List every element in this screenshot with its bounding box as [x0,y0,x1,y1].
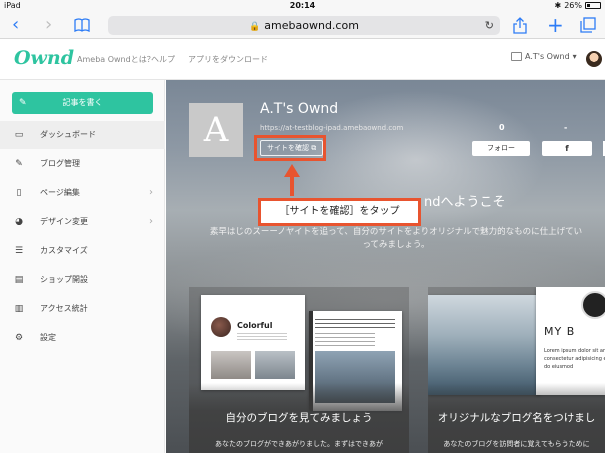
sliders-icon: ☰ [14,246,24,256]
header-link-app[interactable]: アプリをダウンロード [188,54,268,65]
sidebar-item-design[interactable]: ◕ デザイン変更 › [0,208,165,236]
sidebar-item-label: ショップ開設 [40,275,88,284]
welcome-text: 素早はじのスーーノヤイトを追って、自分のサイトをよりオリジナルで魅力的なものに仕… [209,227,583,250]
mock-text-lines [237,333,287,341]
mock-heading [315,319,395,329]
highlight-frame [254,135,326,161]
browser-toolbar: ‹ › 🔒 amebaownd.com ↻ + [0,12,605,39]
sidebar-item-label: ブログ管理 [40,159,80,168]
sidebar-item-blog[interactable]: ✎ ブログ管理 [0,150,165,178]
follower-count: 0 [499,123,505,132]
mock-photo [255,351,295,379]
mock-lorem-text: Lorem ipsum dolor sit amet, consectetur … [544,348,605,370]
blog-mockup: Colorful [201,295,305,390]
new-tab-icon[interactable]: + [547,15,564,35]
dashboard-hero: A A.T's Ownd https://at-testblog-ipad.am… [166,80,605,453]
write-article-label: 記事を書く [62,98,103,107]
arrow-stem [290,176,294,196]
card-subtitle: あなたのブログができあがりました。まずはできあが [215,440,383,448]
dashboard-icon: ▭ [14,130,24,140]
bookmarks-icon[interactable] [74,18,90,36]
page-icon: ▯ [16,188,22,198]
site-avatar: A [189,103,243,157]
battery-icon [585,2,601,9]
card-title: オリジナルなブログ名をつけまし [437,412,596,424]
ownd-logo[interactable]: Ownd [14,47,74,69]
shop-icon: ▤ [14,275,24,285]
mock-photo [211,351,251,379]
chevron-down-icon: ▾ [572,52,577,61]
chevron-right-icon: › [149,216,153,227]
url-text: amebaownd.com [264,19,359,32]
write-article-button[interactable]: ✎ 記事を書く [12,92,153,114]
mock-big-text: MY B [544,325,576,338]
facebook-button[interactable]: f [542,141,592,156]
stats-icon: ▥ [14,304,24,314]
sidebar-item-dashboard[interactable]: ▭ ダッシュボード [0,121,165,149]
site-title: A.T's Ownd [260,101,339,117]
mock-image [211,317,231,337]
clock: 20:14 [289,1,316,10]
site-switcher-label: A.T's Ownd [525,52,570,61]
sidebar-item-stats[interactable]: ▥ アクセス統計 [0,295,165,323]
sidebar-item-label: カスタマイズ [40,246,88,255]
lock-icon: 🔒 [249,22,261,32]
app-header: Ownd Ameba Owndとは？ ヘルプ アプリをダウンロード A.T's … [0,39,605,80]
pencil-icon: ✎ [19,98,27,108]
share-icon[interactable] [513,17,527,38]
card-view-blog[interactable]: Colorful 自分のブログを見てみましょう あなたのブログができあがりました… [189,287,409,453]
forward-icon[interactable]: › [45,16,52,34]
reload-icon[interactable]: ↻ [485,16,494,35]
address-bar[interactable]: 🔒 amebaownd.com ↻ [108,16,500,35]
palette-icon: ◕ [15,217,23,227]
status-bar: iPad 20:14 ✱ 26% [0,0,605,12]
card-blog-name[interactable]: MY B Lorem ipsum dolor sit amet, consect… [428,287,605,453]
sidebar-item-label: ページ編集 [40,188,80,197]
card-subtitle: あなたのブログを訪問者に覚えてもらうために [443,440,590,448]
follow-button[interactable]: フォロー [472,141,530,156]
site-url: https://at-testblog-ipad.amebaownd.com [260,124,404,132]
mock-blog-name: Colorful [237,321,273,330]
battery-percent: 26% [564,1,582,10]
theme-mockup: MY B Lorem ipsum dolor sit amet, consect… [536,287,605,395]
mock-text-lines [315,333,375,347]
landscape-mockup [428,295,540,395]
sidebar-item-label: 設定 [40,333,56,342]
header-link-help[interactable]: ヘルプ [151,54,175,65]
sidebar-item-pages[interactable]: ▯ ページ編集 › [0,179,165,207]
card-title: 自分のブログを見てみましょう [225,412,373,424]
sidebar-item-label: ダッシュボード [40,130,96,139]
site-switcher[interactable]: A.T's Ownd ▾ [511,52,577,61]
avatar[interactable] [586,51,602,67]
bluetooth-icon: ✱ [554,1,562,10]
sidebar-item-settings[interactable]: ⚙ 設定 [0,324,165,352]
chevron-right-icon: › [149,187,153,198]
second-stat: - [564,123,568,132]
tabs-icon[interactable] [580,17,596,37]
clock-image [581,291,605,319]
edit-icon: ✎ [15,159,23,169]
site-icon [511,52,522,61]
sidebar-item-customize[interactable]: ☰ カスタマイズ [0,237,165,265]
sidebar: ✎ 記事を書く ▭ ダッシュボード ✎ ブログ管理 ▯ ページ編集 › ◕ デザ… [0,80,165,453]
header-link-about[interactable]: Ameba Owndとは？ [77,54,155,65]
sidebar-item-shop[interactable]: ▤ ショップ開設 [0,266,165,294]
sidebar-item-label: アクセス統計 [40,304,88,313]
sidebar-item-label: デザイン変更 [40,217,88,226]
back-icon[interactable]: ‹ [12,16,19,34]
gear-icon: ⚙ [14,333,24,343]
instruction-callout: ［サイトを確認］をタップ [258,198,421,226]
welcome-title: ndへようこそ [424,195,506,210]
battery-status: ✱ 26% [555,1,601,10]
